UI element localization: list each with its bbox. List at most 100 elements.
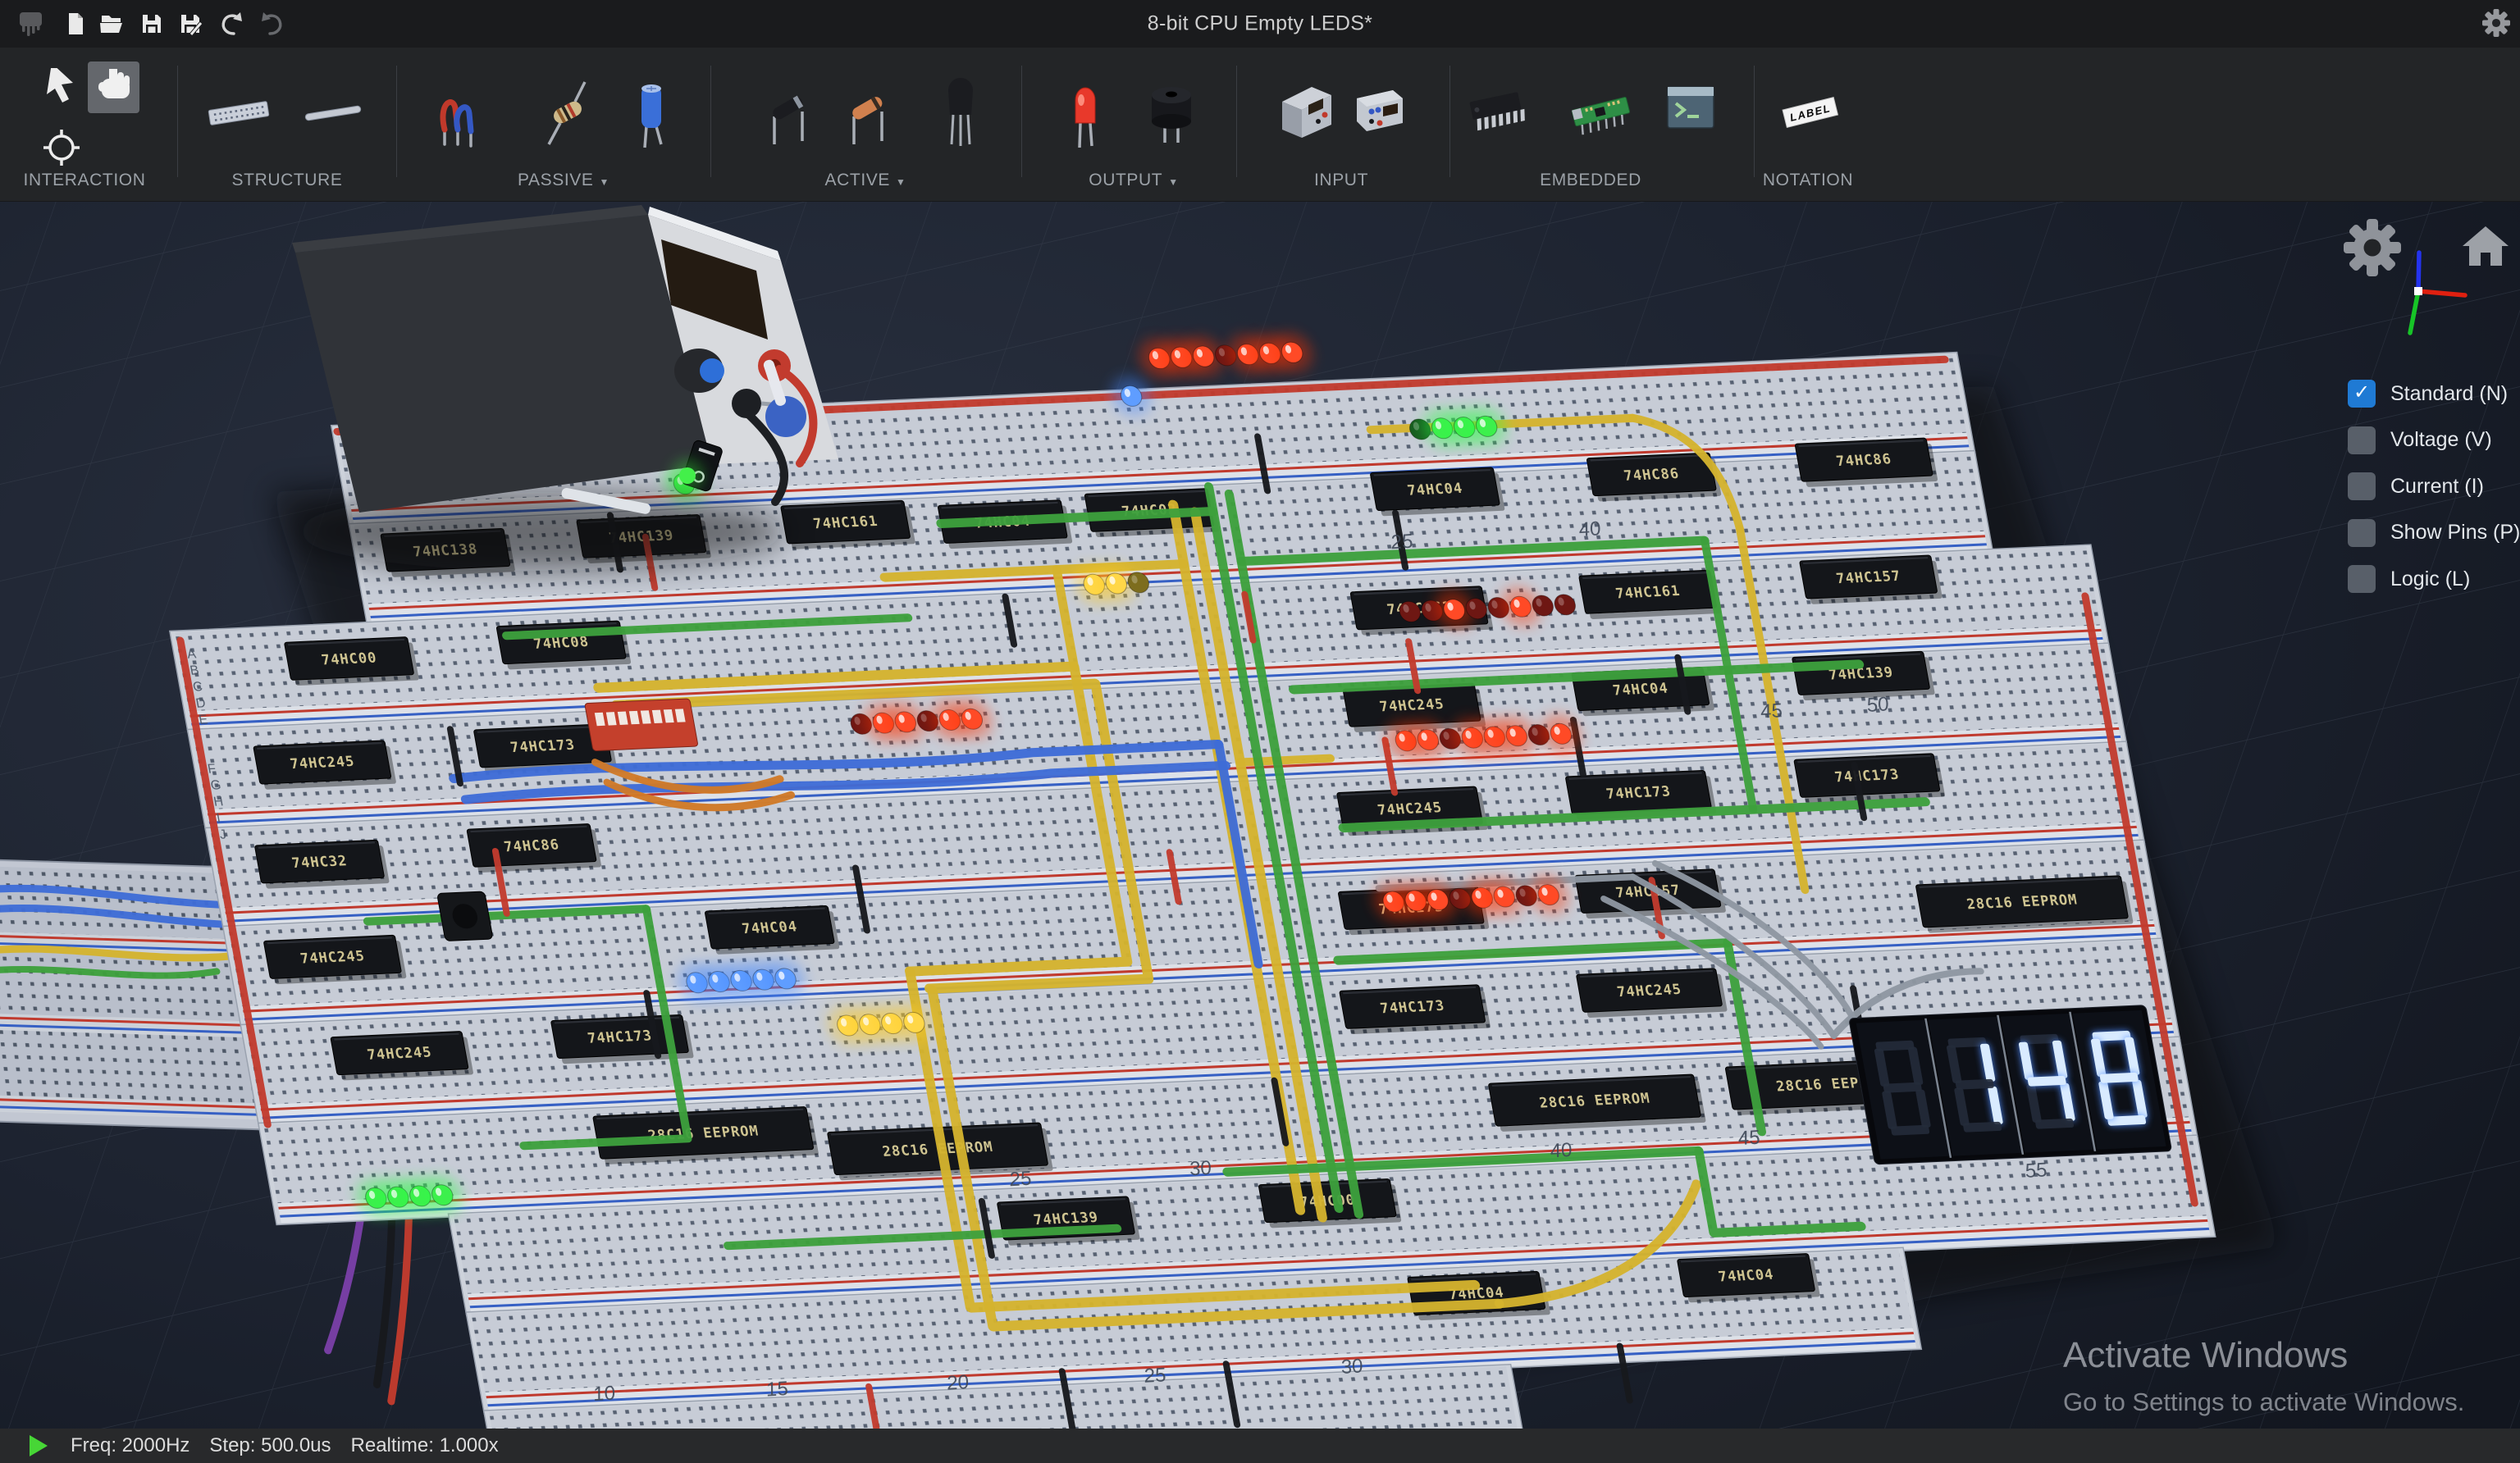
toolbar-divider — [1754, 66, 1755, 177]
undo-icon[interactable] — [218, 11, 244, 43]
ic-chip[interactable]: 28C16 EEPROM — [593, 1106, 819, 1164]
ic-chip[interactable]: 74HC161 — [1579, 570, 1723, 619]
ic-chip[interactable]: 74HC161 — [781, 500, 916, 549]
zener-diode-icon[interactable] — [836, 72, 898, 158]
ic-chip-label: 74HC157 — [1835, 568, 1902, 587]
power-supply-icon[interactable] — [1276, 72, 1338, 158]
view-option-standard-n[interactable]: ✓ Standard (N) — [2348, 380, 2520, 408]
jumper-wires-icon[interactable] — [428, 72, 491, 158]
toolbar-section-label-interaction[interactable]: INTERACTION — [24, 171, 146, 190]
checkbox-standard-n[interactable]: ✓ — [2348, 380, 2376, 408]
toolbar-section-label-embedded[interactable]: EMBEDDED — [1540, 171, 1641, 190]
toolbar-section-interaction: INTERACTION — [0, 48, 177, 202]
led-cluster-blue[interactable] — [673, 958, 809, 1003]
target-icon[interactable] — [43, 130, 80, 170]
gizmo-x-axis — [2418, 291, 2465, 295]
ic-chip-label: 74HC173 — [1605, 784, 1672, 803]
ic-chip[interactable]: 74HC04 — [1370, 467, 1505, 517]
ic-chip[interactable]: 74HC245 — [263, 935, 407, 984]
terminal-icon[interactable] — [1659, 72, 1722, 158]
ic-chip-label: 74HC245 — [1616, 982, 1683, 1000]
ic-chip[interactable]: 74HC04 — [705, 905, 840, 955]
ic-chip[interactable]: 74HC00 — [284, 636, 419, 686]
ic-chip-label: 74HC04 — [1612, 681, 1670, 700]
bench-power-supply[interactable] — [292, 205, 838, 571]
ic-chip-label: 74HC32 — [290, 853, 349, 872]
view-option-show-pins-p[interactable]: Show Pins (P) — [2348, 519, 2520, 547]
ic-chip[interactable]: 74HC86 — [1795, 438, 1938, 487]
ic-chip[interactable]: 28C16 EEPROM — [1488, 1074, 1706, 1132]
diode-icon[interactable] — [756, 72, 819, 158]
play-icon[interactable] — [30, 1435, 48, 1456]
dropdown-arrow-icon: ▼ — [896, 176, 906, 188]
toolbar-section-label-active[interactable]: ACTIVE▼ — [825, 171, 906, 190]
ic-chip[interactable]: 74HC86 — [467, 823, 602, 873]
ic-chip-label: 74HC161 — [812, 513, 879, 532]
sim-realtime: Realtime: 1.000x — [351, 1434, 499, 1457]
ic-chip[interactable]: 74HC173 — [1794, 754, 1946, 804]
toolbar-section-label-output[interactable]: OUTPUT▼ — [1089, 171, 1178, 190]
ic-chip[interactable]: 74HC245 — [1576, 968, 1728, 1018]
transistor-icon[interactable] — [929, 72, 991, 158]
arduino-icon[interactable] — [1570, 72, 1632, 158]
push-button[interactable] — [437, 891, 493, 941]
checkbox-show-pins-p[interactable] — [2348, 519, 2376, 547]
cursor-icon[interactable] — [43, 68, 80, 108]
toolbar-divider — [710, 66, 711, 177]
toolbar-section-label-passive[interactable]: PASSIVE▼ — [518, 171, 609, 190]
save-file-as-icon[interactable] — [177, 11, 203, 43]
buzzer-icon[interactable] — [1140, 72, 1203, 158]
led-icon[interactable] — [1054, 72, 1116, 158]
ic-chip[interactable]: 28C16 EEPROM — [1915, 876, 2134, 933]
function-generator-icon[interactable] — [1349, 72, 1411, 158]
ic-chip[interactable]: 74HC32 — [254, 840, 390, 889]
resistor-icon[interactable] — [536, 72, 598, 158]
view-option-logic-l[interactable]: Logic (L) — [2348, 565, 2520, 593]
toolbar-section-active: ACTIVE▼ — [710, 48, 1021, 202]
checkbox-voltage-v[interactable] — [2348, 426, 2376, 454]
circuit-3d-viewport[interactable]: 74HC13874HC13974HC16174HC0474HC0274HC047… — [0, 0, 2520, 1463]
ic-chip-label: 74HC245 — [289, 754, 356, 773]
toolbar-section-notation: LABEL NOTATION — [1754, 48, 1911, 202]
ic-chip[interactable]: 74HC04 — [1677, 1253, 1820, 1302]
ic-chip[interactable]: 74HC139 — [997, 1196, 1140, 1246]
open-file-icon[interactable] — [98, 11, 125, 43]
ic-chip[interactable]: 74HC157 — [1800, 555, 1943, 604]
checkbox-current-i[interactable] — [2348, 472, 2376, 500]
breadboard-number: 20 — [944, 1371, 971, 1395]
capacitor-icon[interactable] — [620, 72, 682, 158]
ic-chip-label: 74HC245 — [299, 948, 367, 967]
checkbox-logic-l[interactable] — [2348, 565, 2376, 593]
dip-switch[interactable] — [585, 699, 698, 751]
redo-icon[interactable] — [259, 11, 285, 43]
save-file-icon[interactable] — [139, 11, 165, 43]
new-file-icon[interactable] — [62, 11, 89, 43]
toolbar-section-embedded: EMBEDDED — [1449, 48, 1754, 202]
toolbar-section-structure: STRUCTURE — [177, 48, 396, 202]
ic-chip[interactable]: 74HC245 — [253, 741, 397, 790]
rod-icon[interactable] — [302, 72, 364, 158]
toolbar-section-label-notation[interactable]: NOTATION — [1763, 171, 1853, 190]
label-icon[interactable]: LABEL — [1779, 72, 1842, 158]
ic-chip[interactable]: 74HC245 — [331, 1031, 474, 1080]
ic-chip[interactable]: 74HC139 — [1792, 651, 1935, 700]
breadboard-icon[interactable] — [208, 72, 270, 158]
ic-chip-label: 74HC86 — [503, 837, 561, 856]
ic-chip-label: 74HC173 — [1379, 998, 1446, 1017]
led-cluster-green[interactable] — [353, 1174, 466, 1219]
gizmo-origin — [2414, 287, 2422, 295]
seven-segment-display[interactable] — [1849, 1005, 2172, 1164]
ic-chip[interactable]: 74HC00 — [1258, 1178, 1402, 1228]
toolbar-section-label-input[interactable]: INPUT — [1314, 171, 1368, 190]
view-option-current-i[interactable]: Current (I) — [2348, 472, 2520, 500]
orientation-gizmo[interactable] — [2371, 238, 2477, 353]
settings-gear-icon[interactable] — [2482, 9, 2510, 41]
view-option-voltage-v[interactable]: Voltage (V) — [2348, 426, 2520, 454]
led-cluster-yellow[interactable] — [824, 1002, 938, 1046]
ic-chip[interactable]: 74HC173 — [1340, 985, 1491, 1035]
dip-chip-icon[interactable] — [1465, 72, 1527, 158]
view-option-label: Standard (N) — [2390, 382, 2508, 406]
toolbar-section-label-structure[interactable]: STRUCTURE — [232, 171, 343, 190]
ic-chip[interactable]: 74HC86 — [1586, 453, 1722, 502]
hand-icon[interactable] — [95, 69, 131, 109]
